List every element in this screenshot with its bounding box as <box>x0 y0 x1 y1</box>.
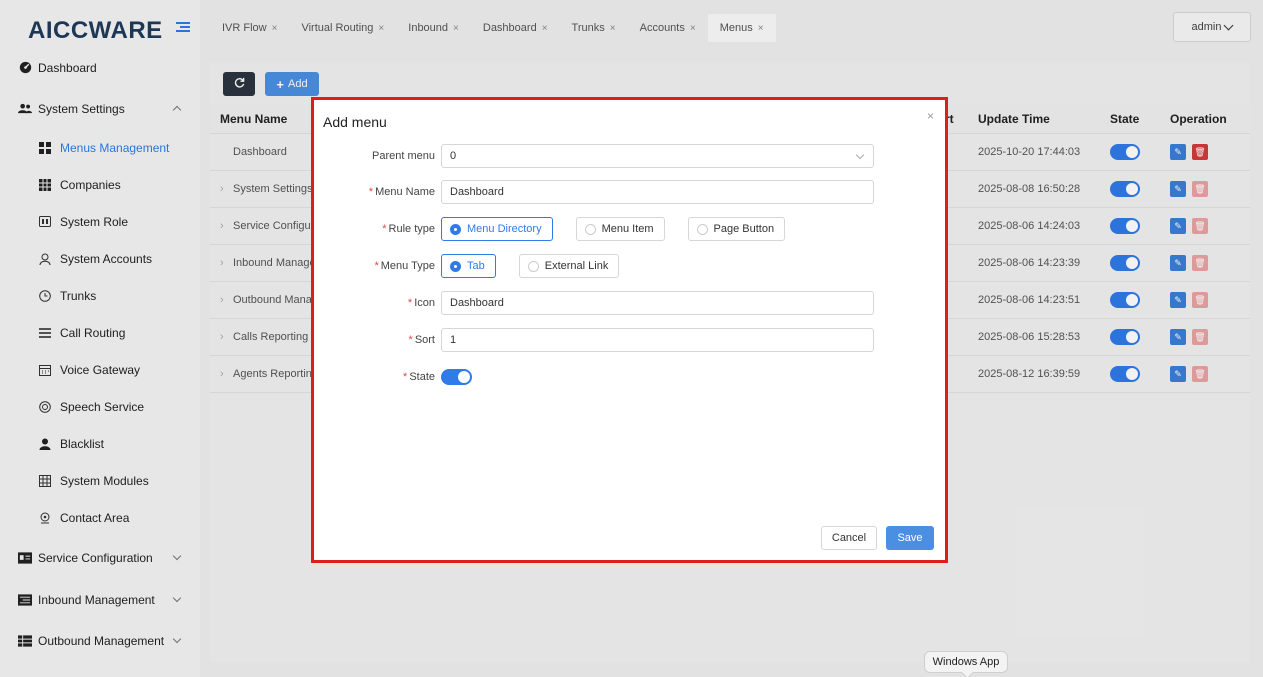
radio-icon <box>696 223 708 235</box>
sort-input[interactable]: 1 <box>441 328 874 352</box>
rule-type-label: * Rule type <box>382 223 435 235</box>
radio-icon <box>527 260 539 272</box>
sort-label: * Sort <box>408 334 435 346</box>
parent-menu-label: Parent menu <box>372 150 435 162</box>
form-row-rule-type: * Rule type Menu Directory Menu Item Page… <box>314 217 944 241</box>
form-row-icon: * Icon Dashboard <box>314 291 944 315</box>
save-button[interactable]: Save <box>886 526 934 550</box>
rule-type-radio-group: Menu Directory Menu Item Page Button <box>441 217 786 241</box>
chevron-down-icon <box>855 150 865 160</box>
form-row-parent-menu: Parent menu 0 <box>314 144 944 168</box>
menu-name-input[interactable]: Dashboard <box>441 180 874 204</box>
app-window: AICCWARE Dashboard System Settings Menus… <box>0 0 1263 677</box>
form-row-menu-type: * Menu Type Tab External Link <box>314 254 944 278</box>
state-label: * State <box>403 371 435 383</box>
radio-checked-icon <box>450 223 461 235</box>
parent-menu-value: 0 <box>450 150 457 162</box>
dock-tooltip: Windows App <box>924 651 1008 673</box>
rule-type-menu-directory[interactable]: Menu Directory <box>441 217 553 241</box>
parent-menu-select[interactable]: 0 <box>441 144 874 168</box>
close-icon[interactable]: × <box>927 109 934 123</box>
icon-input[interactable]: Dashboard <box>441 291 874 315</box>
cancel-button[interactable]: Cancel <box>821 526 877 550</box>
form-row-menu-name: * Menu Name Dashboard <box>314 180 944 204</box>
add-menu-dialog: Add menu × Parent menu 0 * Menu Name Dash… <box>311 97 948 563</box>
menu-type-label: * Menu Type <box>374 260 435 272</box>
rule-type-page-button[interactable]: Page Button <box>687 217 786 241</box>
radio-icon <box>584 223 596 235</box>
menu-name-label: * Menu Name <box>368 186 435 198</box>
menu-type-radio-group: Tab External Link <box>441 254 620 278</box>
menu-type-external-link[interactable]: External Link <box>518 254 620 278</box>
state-switch[interactable] <box>441 369 472 385</box>
form-row-sort: * Sort 1 <box>314 328 944 352</box>
form-row-state: * State <box>314 365 944 389</box>
radio-checked-icon <box>450 260 461 272</box>
dialog-title: Add menu <box>323 114 387 130</box>
icon-label: * Icon <box>407 297 435 309</box>
menu-type-tab[interactable]: Tab <box>441 254 496 278</box>
rule-type-menu-item[interactable]: Menu Item <box>575 217 665 241</box>
